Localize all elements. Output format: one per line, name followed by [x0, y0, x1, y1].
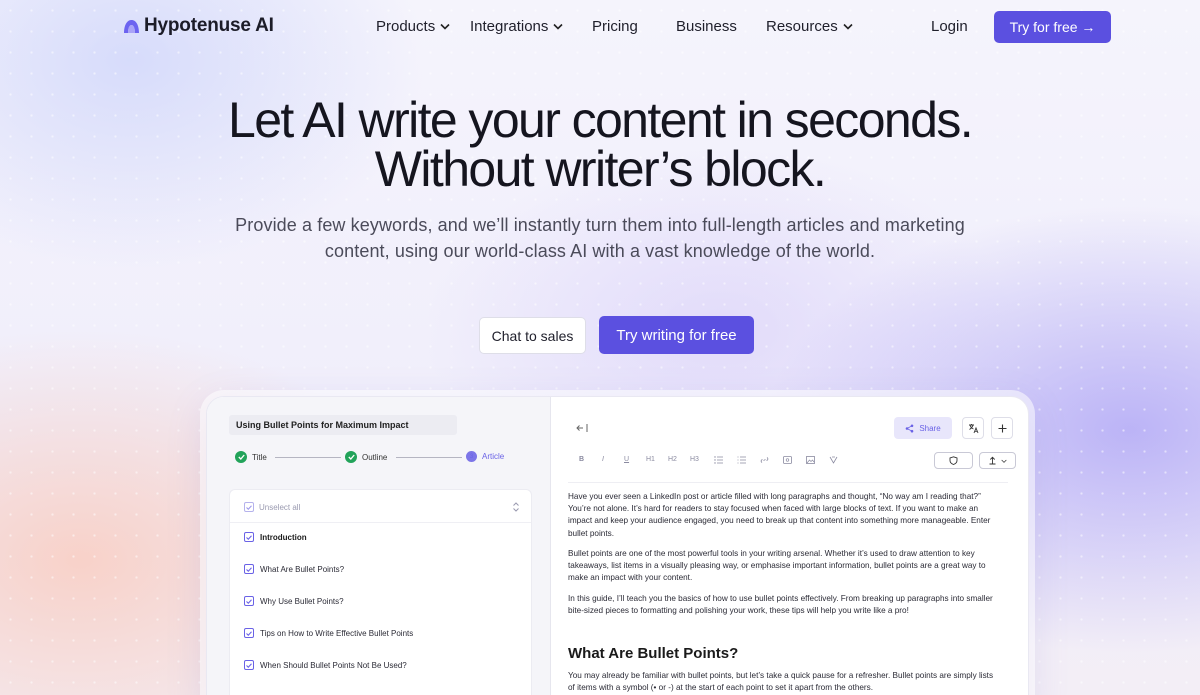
step-article[interactable]: 3 Article	[466, 451, 504, 462]
nav-integrations[interactable]: Integrations	[470, 18, 563, 35]
mockup-sidebar: Using Bullet Points for Maximum Impact T…	[207, 397, 551, 695]
checkbox-checked-icon	[244, 532, 254, 542]
step-connector	[275, 457, 341, 458]
product-mockup: Using Bullet Points for Maximum Impact T…	[206, 396, 1029, 695]
nav-products[interactable]: Products	[376, 18, 450, 35]
nav-resources[interactable]: Resources	[766, 18, 853, 35]
hypotenuse-logo-icon	[124, 19, 139, 33]
translate-button[interactable]	[962, 417, 984, 439]
upload-icon	[989, 456, 996, 465]
brand-name: Hypotenuse AI	[144, 15, 274, 36]
outline-item-label: Why Use Bullet Points?	[260, 596, 344, 606]
share-button[interactable]: Share	[894, 417, 952, 439]
divider	[568, 482, 1008, 483]
image-icon[interactable]	[806, 456, 815, 464]
article-paragraph: Bullet points are one of the most powerf…	[568, 549, 986, 583]
format-icon[interactable]	[829, 456, 838, 464]
nav-products-label: Products	[376, 18, 436, 35]
step-article-label: Article	[482, 452, 505, 461]
outline-item[interactable]: When Should Bullet Points Not Be Used?	[244, 660, 407, 670]
outline-item[interactable]: Why Use Bullet Points?	[244, 596, 344, 606]
heading2-button[interactable]: H2	[668, 456, 677, 463]
check-circle-icon	[345, 451, 357, 463]
outline-item-label: What Are Bullet Points?	[260, 564, 345, 574]
hero-headline-line-2: Without writer’s block.	[374, 141, 827, 197]
progress-stepper: Title Outline 3 Article	[235, 451, 525, 465]
outline-item-label: Introduction	[260, 532, 307, 542]
article-section-heading: What Are Bullet Points?	[568, 645, 739, 662]
share-icon	[906, 424, 914, 432]
login-link[interactable]: Login	[931, 18, 968, 35]
ordered-list-icon[interactable]	[737, 456, 746, 464]
hero-subheadline: Provide a few keywords, and we’ll instan…	[0, 212, 1200, 264]
bold-button[interactable]: B	[579, 456, 584, 463]
plus-icon	[998, 424, 1006, 432]
outline-item[interactable]: Tips on How to Write Effective Bullet Po…	[244, 628, 413, 638]
article-paragraph: You may already be familiar with bullet …	[568, 671, 994, 693]
step-outline[interactable]: Outline	[345, 451, 387, 463]
hero-sub-line-1: Provide a few keywords, and we’ll instan…	[235, 215, 965, 235]
italic-button[interactable]: I	[602, 456, 604, 463]
nav-pricing[interactable]: Pricing	[592, 18, 638, 35]
checkbox-checked-icon	[244, 596, 254, 606]
shield-button[interactable]	[934, 452, 973, 469]
nav-pricing-label: Pricing	[592, 18, 638, 35]
checkbox-checked-icon	[244, 502, 254, 512]
divider	[230, 522, 531, 523]
try-writing-for-free-button[interactable]: Try writing for free	[599, 316, 754, 354]
chevron-down-icon	[1001, 459, 1007, 463]
export-dropdown[interactable]	[979, 452, 1016, 469]
chat-to-sales-button[interactable]: Chat to sales	[479, 317, 586, 354]
nav-business-label: Business	[676, 18, 737, 35]
list-icon[interactable]	[714, 456, 723, 464]
checkbox-checked-icon	[244, 660, 254, 670]
translate-icon	[968, 423, 978, 433]
link-icon[interactable]	[760, 456, 769, 464]
hero-section: Let AI write your content in seconds. Wi…	[0, 92, 1200, 264]
step-number-badge: 3	[466, 451, 477, 462]
nav-resources-label: Resources	[766, 18, 838, 35]
nav-business[interactable]: Business	[676, 18, 737, 35]
checkbox-checked-icon	[244, 628, 254, 638]
outline-panel: Unselect all Introduction What Are Bulle…	[229, 489, 532, 695]
article-paragraph: Have you ever seen a LinkedIn post or ar…	[568, 492, 991, 538]
step-title-label: Title	[252, 452, 267, 462]
article-paragraph: In this guide, I’ll teach you the basics…	[568, 594, 993, 616]
add-button[interactable]	[991, 417, 1013, 439]
chevron-down-icon	[440, 23, 450, 30]
check-circle-icon	[235, 451, 247, 463]
hero-headline-line-1: Let AI write your content in seconds.	[227, 92, 974, 148]
nav-integrations-label: Integrations	[470, 18, 549, 35]
collapse-left-icon[interactable]	[576, 423, 588, 433]
step-outline-label: Outline	[362, 452, 388, 462]
table-icon[interactable]	[783, 456, 792, 464]
top-navigation: Hypotenuse AI Products Integrations Pric…	[0, 0, 1200, 54]
hero-headline: Let AI write your content in seconds. Wi…	[0, 92, 1200, 197]
heading3-button[interactable]: H3	[690, 456, 699, 463]
try-for-free-button[interactable]: Try for free →	[994, 11, 1111, 43]
outline-item[interactable]: Introduction	[244, 532, 307, 542]
unselect-all-toggle[interactable]: Unselect all	[244, 502, 520, 512]
outline-item-label: Tips on How to Write Effective Bullet Po…	[260, 628, 414, 638]
hero-sub-line-2: content, using our world-class AI with a…	[324, 241, 876, 261]
step-title[interactable]: Title	[235, 451, 267, 463]
step-connector	[396, 457, 462, 458]
heading1-button[interactable]: H1	[646, 456, 655, 463]
underline-button[interactable]: U	[624, 456, 629, 463]
brand-logo[interactable]: Hypotenuse AI	[123, 15, 274, 37]
unselect-all-label: Unselect all	[259, 502, 301, 512]
chevron-down-icon	[553, 23, 563, 30]
editor-pane: Share B I U H1 H2 H3 Have you ever seen …	[552, 397, 1028, 695]
checkbox-checked-icon	[244, 564, 254, 574]
document-title-field[interactable]: Using Bullet Points for Maximum Impact	[229, 415, 457, 435]
outline-item[interactable]: What Are Bullet Points?	[244, 564, 344, 574]
chevron-down-icon	[843, 23, 853, 30]
shield-icon	[949, 456, 958, 465]
outline-item-label: When Should Bullet Points Not Be Used?	[260, 660, 407, 670]
share-label: Share	[919, 423, 941, 433]
sort-chevrons-icon[interactable]	[512, 502, 520, 512]
